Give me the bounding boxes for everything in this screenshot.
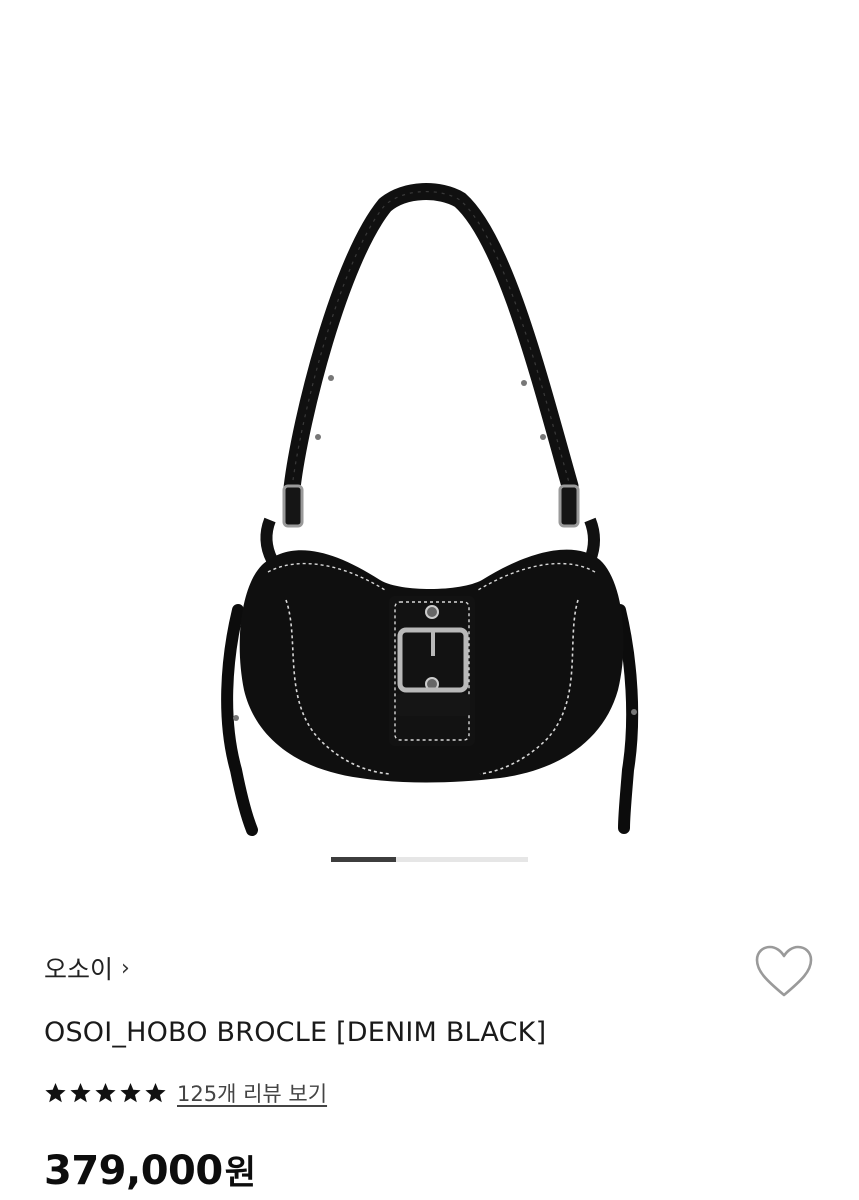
review-link[interactable]: 125개 리뷰 보기 — [177, 1078, 327, 1108]
gallery-progress-fill — [331, 857, 396, 862]
product-title: OSOI_HOBO BROCLE [DENIM BLACK] — [44, 1017, 547, 1048]
star-icon — [95, 1083, 116, 1103]
price-unit: 원 — [224, 1153, 256, 1193]
star-icon — [70, 1083, 91, 1103]
rating-stars — [44, 1082, 167, 1104]
gallery-progress-bar — [331, 857, 528, 862]
brand-name: 오소이 — [44, 955, 114, 984]
heart-outline-icon[interactable] — [752, 942, 816, 1002]
chevron-right-icon: › — [121, 955, 130, 981]
price: 379,000 원 — [44, 1145, 256, 1194]
product-detail-page: 오소이 › OSOI_HOBO BROCLE [DENIM BLACK] 125… — [0, 0, 859, 1200]
price-value: 379,000 — [44, 1148, 223, 1194]
star-icon — [145, 1083, 166, 1103]
brand-link[interactable]: 오소이 › — [44, 950, 130, 986]
star-icon — [120, 1083, 141, 1103]
product-image-gallery[interactable] — [0, 0, 859, 880]
rating-row: 125개 리뷰 보기 — [44, 1078, 327, 1108]
star-icon — [45, 1083, 66, 1103]
product-image-bag — [221, 183, 639, 836]
